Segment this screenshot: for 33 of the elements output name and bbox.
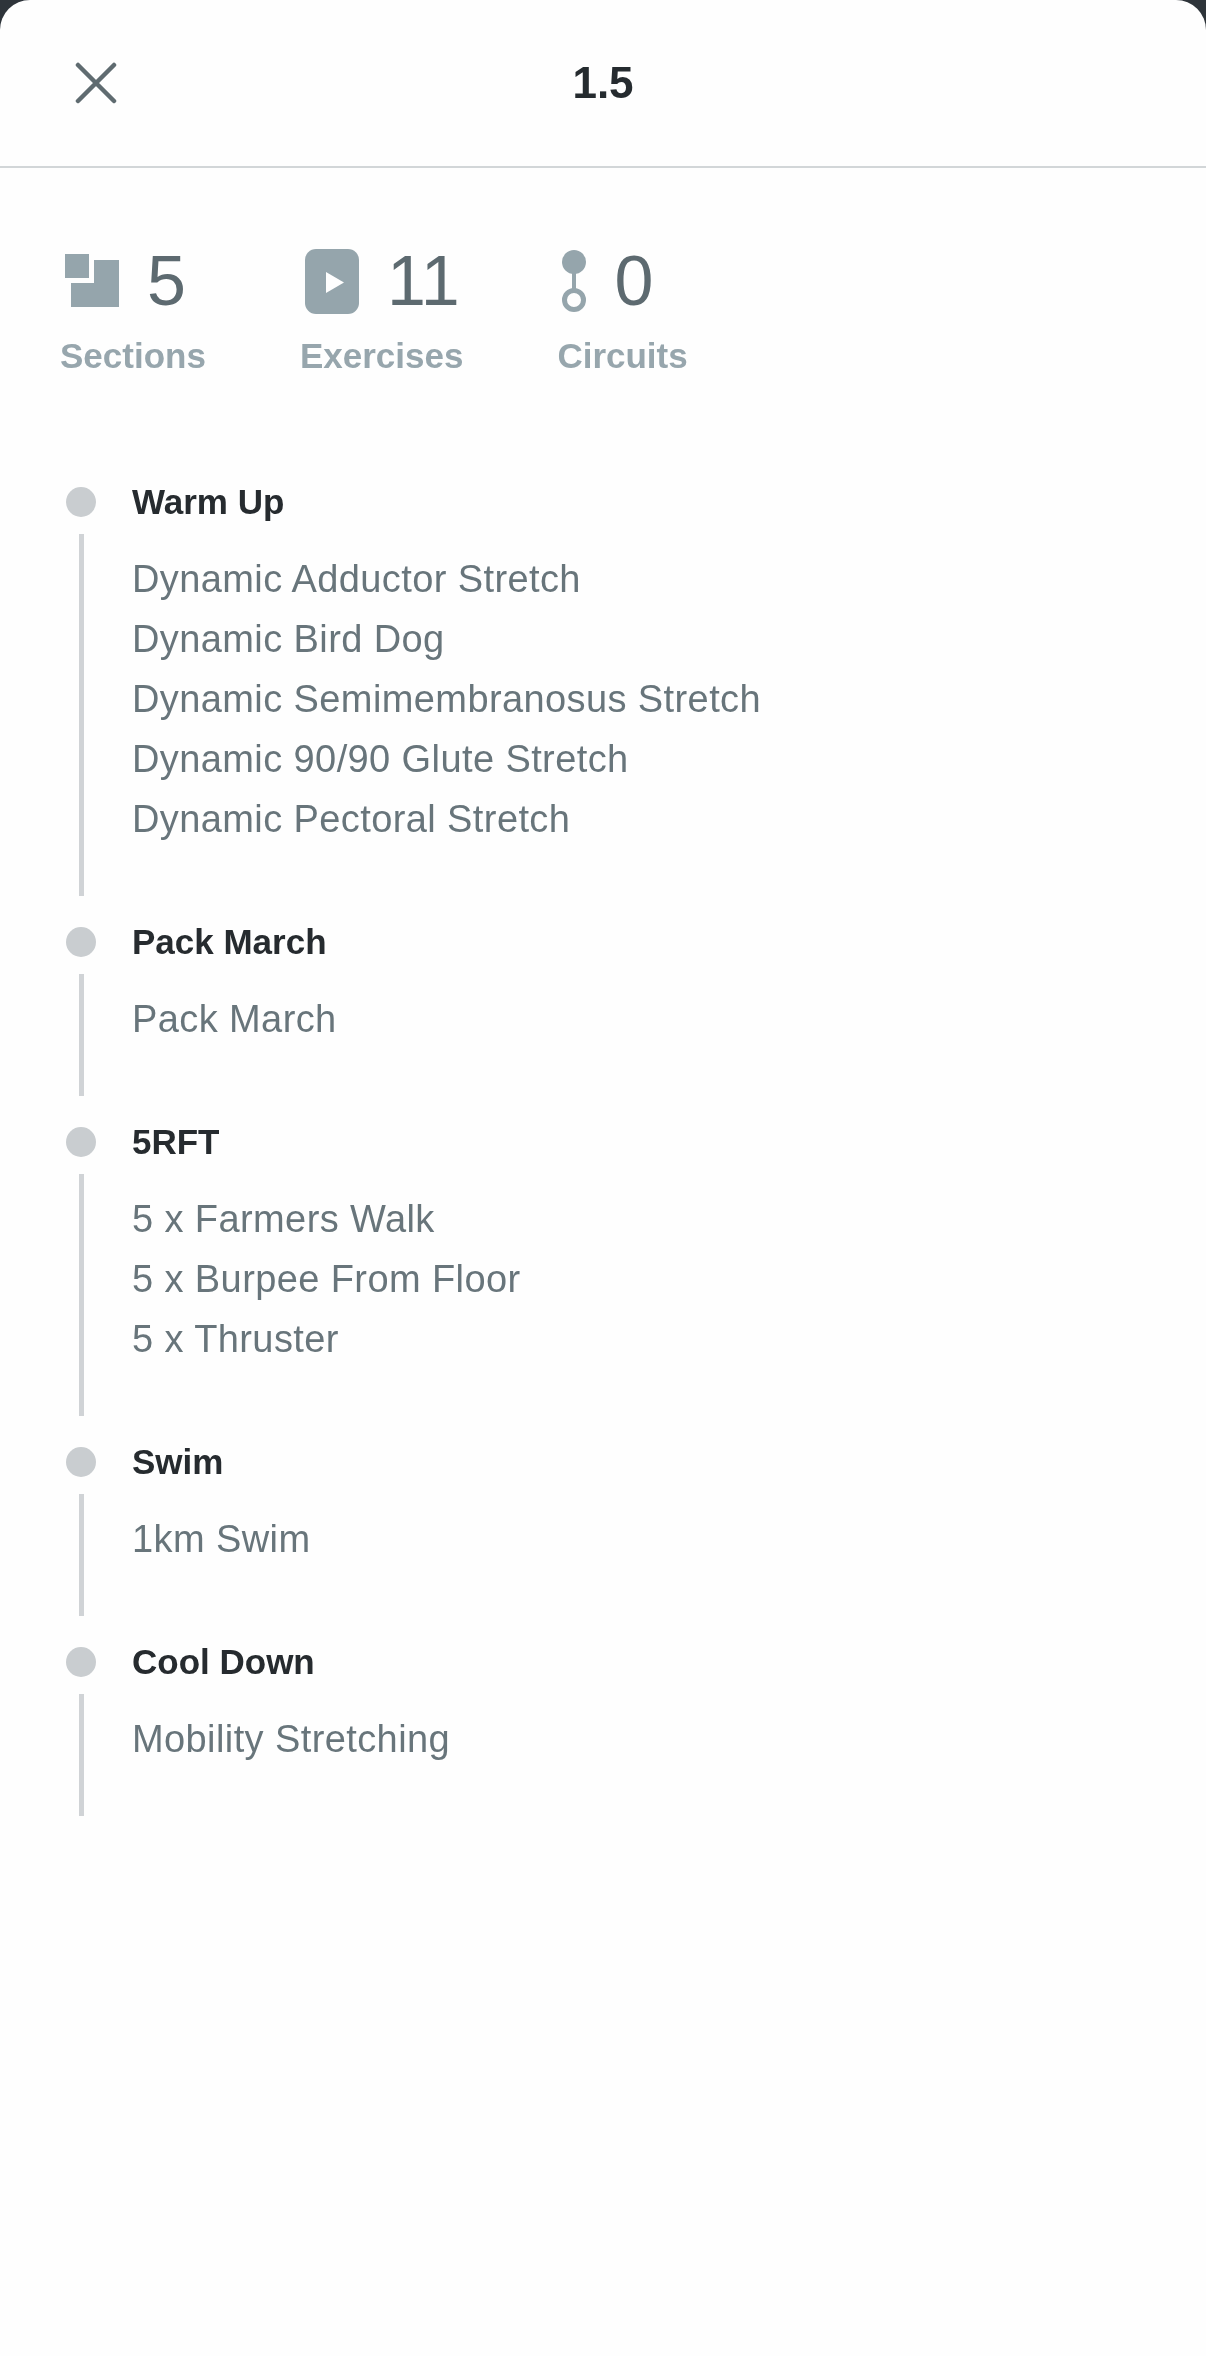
section-title: Cool Down (132, 1642, 315, 1682)
stat-label: Exercises (299, 335, 464, 377)
timeline-dot-icon (66, 487, 96, 517)
timeline-dot-icon (66, 1127, 96, 1157)
section-title: Warm Up (132, 482, 285, 522)
exercise-item: Mobility Stretching (132, 1717, 451, 1762)
section-title: Swim (132, 1442, 224, 1482)
timeline-dot-icon (66, 1647, 96, 1677)
exercise-item: 1km Swim (132, 1517, 311, 1562)
exercise-item: Pack March (132, 997, 337, 1042)
exercise-item: Dynamic Semimembranosus Stretch (132, 677, 762, 722)
exercise-item: 5 x Burpee From Floor (132, 1257, 521, 1302)
node-link-icon (562, 250, 587, 312)
stat-value: 5 (147, 246, 186, 316)
timeline-dot-icon (66, 927, 96, 957)
header-title: 1.5 (572, 61, 634, 105)
play-icon (304, 248, 359, 314)
stat-value: 0 (614, 246, 654, 316)
exercise-item: Dynamic Pectoral Stretch (132, 797, 572, 842)
stat-label: Circuits (557, 335, 688, 377)
exercise-item: Dynamic Bird Dog (132, 617, 446, 662)
exercise-item: 5 x Farmers Walk (132, 1197, 436, 1242)
exercise-item: Dynamic Adductor Stretch (132, 557, 582, 602)
section-title: Pack March (132, 922, 327, 962)
stat-value: 11 (386, 246, 460, 316)
exercise-item: 5 x Thruster (132, 1317, 340, 1362)
close-button[interactable] (75, 62, 117, 104)
section-title: 5RFT (132, 1122, 220, 1162)
close-icon (75, 62, 117, 104)
timeline-dot-icon (66, 1447, 96, 1477)
stat-label: Sections (60, 335, 206, 377)
squares-icon (65, 254, 119, 308)
exercise-item: Dynamic 90/90 Glute Stretch (132, 737, 630, 782)
